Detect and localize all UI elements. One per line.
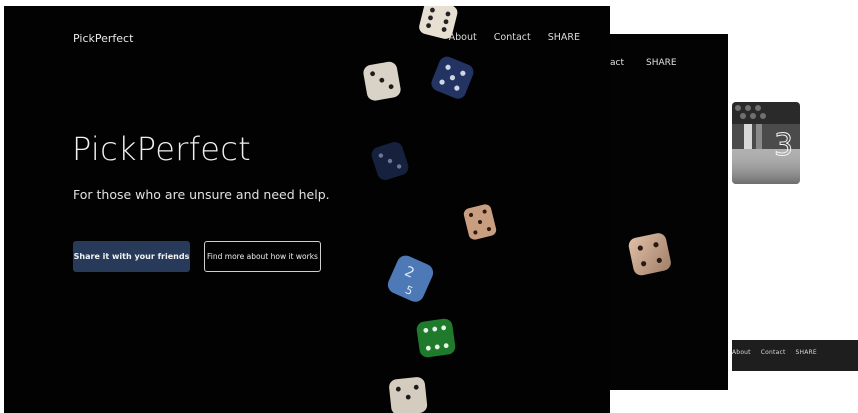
learn-more-button[interactable]: Find more about how it works (204, 241, 321, 272)
green-die-icon (416, 318, 456, 358)
hero-subtitle: For those who are unsure and need help. (73, 187, 330, 202)
back-nav-about[interactable]: About (732, 349, 751, 356)
tan-die-icon (628, 233, 671, 276)
nav-about[interactable]: About (449, 32, 477, 43)
main-window: 2 5 PickPerfect About Contact SHARE Pick… (4, 6, 610, 413)
cream-die-icon (363, 61, 401, 101)
hero-title: PickPerfect (72, 130, 252, 168)
top-nav: About Contact SHARE (449, 32, 580, 43)
tan-die-icon (463, 204, 497, 240)
back-nav-contact[interactable]: Contact (761, 349, 786, 356)
back-window-nav: About Contact SHARE (732, 349, 817, 356)
back-window-footer: About Contact SHARE (732, 340, 858, 371)
light-blue-die-icon: 2 5 (387, 255, 434, 302)
cream-die-bottom-icon (389, 377, 428, 413)
nav-contact[interactable]: Contact (494, 32, 531, 43)
mid-window-nav: act SHARE (610, 58, 677, 68)
share-button[interactable]: Share it with your friends (73, 241, 190, 272)
back-nav-share[interactable]: SHARE (796, 349, 817, 356)
dark-blue-die-icon (371, 141, 409, 181)
thumbnail-number: 3 (773, 128, 794, 164)
thumbnail-card[interactable]: 3 (732, 102, 800, 184)
mid-nav-share[interactable]: SHARE (646, 58, 677, 68)
nav-share[interactable]: SHARE (548, 32, 580, 43)
brand-logo[interactable]: PickPerfect (73, 32, 133, 45)
mid-window: act SHARE (598, 34, 728, 390)
blue-die-icon (431, 56, 474, 99)
mid-nav-contact[interactable]: act (610, 58, 624, 68)
